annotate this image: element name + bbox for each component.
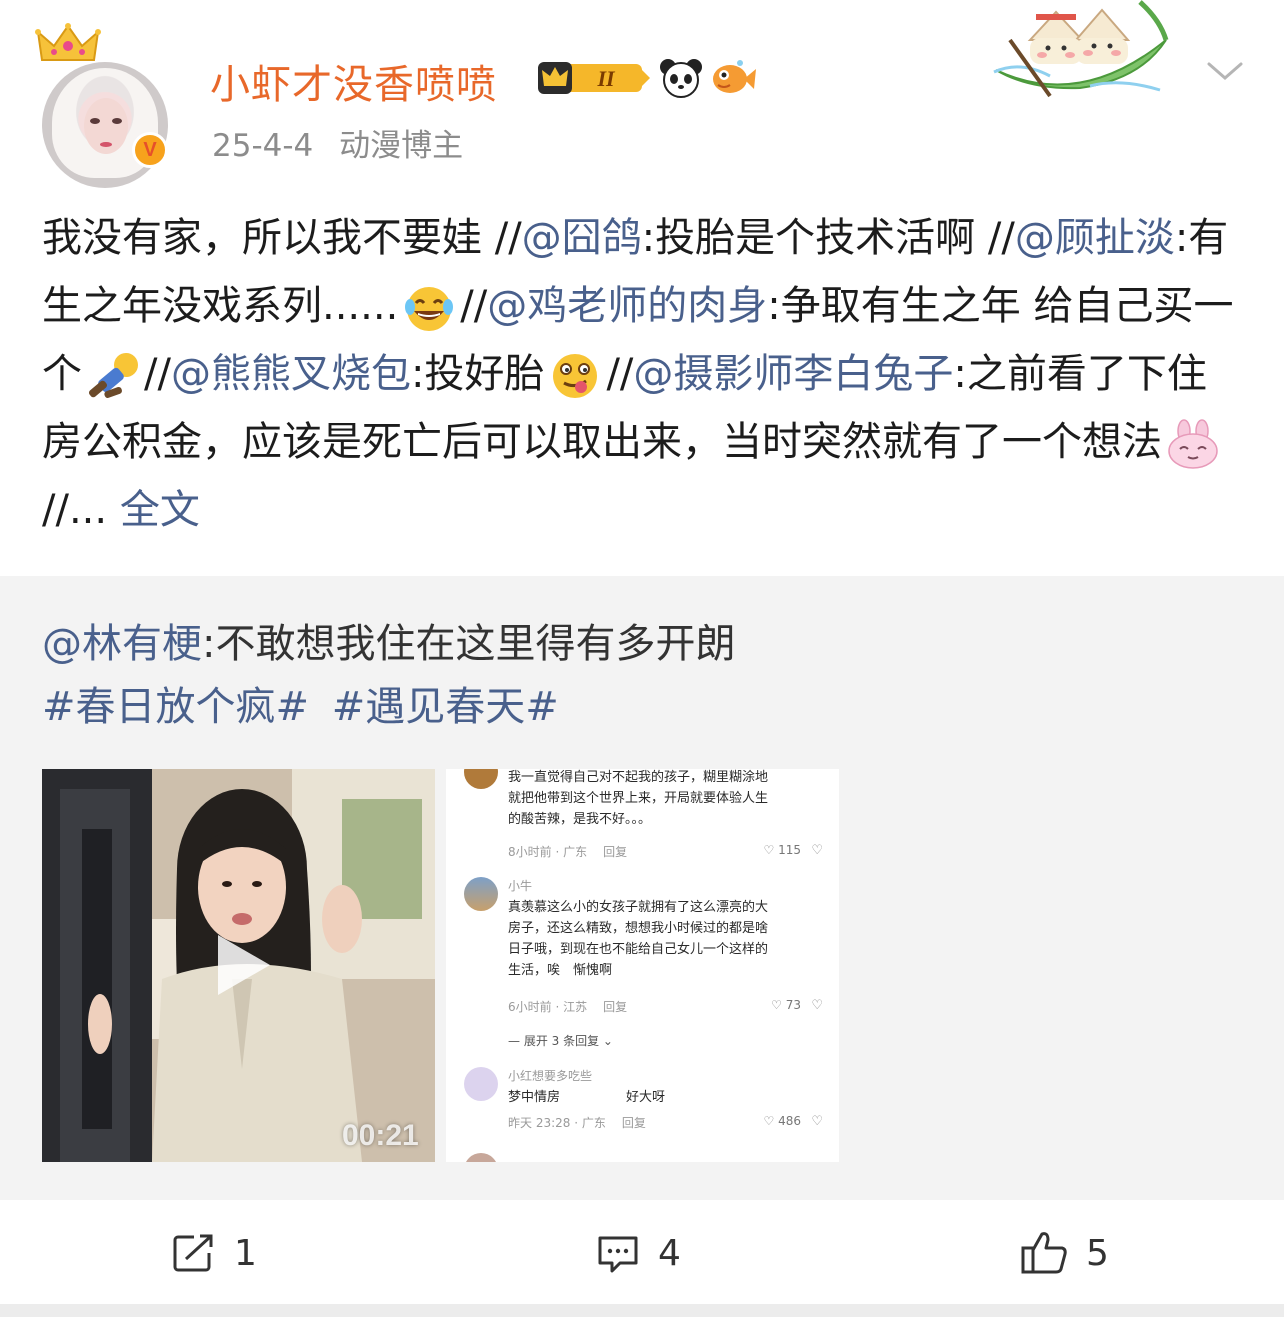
repost-icon: [173, 1234, 213, 1272]
comment-line: 梦中情房: [508, 1090, 561, 1105]
comment-line: 真羡慕这么小的女孩子就拥有了这么漂亮的大: [508, 900, 769, 915]
retweeted-text: @林有梗:不敢想我住在这里得有多开朗: [42, 612, 735, 676]
chevron-down-icon[interactable]: [1205, 52, 1245, 92]
expand-label: 展开 3 条回复: [523, 1034, 600, 1048]
username[interactable]: 小虾才没香喷喷: [210, 52, 497, 110]
content-text: //: [606, 351, 634, 397]
post-date: 25-4-4: [212, 128, 314, 164]
comment-button[interactable]: 4: [596, 1228, 681, 1278]
content-text: 我没有家，所以我不要娃 //: [42, 215, 522, 261]
like-count: 115: [778, 843, 801, 857]
comment-line: 房子，还这么精致，想想我小时候过的都是啥: [508, 921, 769, 936]
retweeted-post[interactable]: @林有梗:不敢想我住在这里得有多开朗 #春日放个疯# #遇见春天# 00:21 …: [0, 576, 1284, 1200]
mention-link[interactable]: @摄影师李白兔子: [633, 351, 953, 397]
comment-line: 生活，唉 惭愧啊: [508, 963, 613, 978]
comment-time: 6小时前 · 江苏: [508, 1000, 588, 1014]
like-button[interactable]: 5: [1020, 1228, 1109, 1278]
original-author-link[interactable]: @林有梗: [42, 621, 202, 667]
mention-link[interactable]: @顾扯淡: [1015, 215, 1175, 261]
repost-count: 1: [234, 1232, 257, 1274]
avatar: [464, 1067, 498, 1101]
comment-text: 我一直觉得自己对不起我的孩子，糊里糊涂地 就把他带到这个世界上来，开局就要体验人…: [508, 769, 828, 830]
reply-label: 回复: [603, 845, 628, 859]
like-count: 5: [1086, 1232, 1109, 1274]
video-duration: 00:21: [342, 1119, 419, 1152]
comment-like: ♡ 486: [764, 1114, 802, 1128]
lying-man-emoji-icon: [88, 353, 138, 398]
topic-list: #春日放个疯# #遇见春天#: [42, 674, 569, 732]
comment-time: 昨天 23:28 · 广东: [508, 1116, 606, 1130]
svg-text:II: II: [596, 66, 616, 91]
expand-replies: — 展开 3 条回复 ⌄: [508, 1034, 613, 1048]
user-badges: II: [536, 56, 756, 100]
verified-icon: V: [132, 132, 168, 168]
comment-line: 我一直觉得自己对不起我的孩子，糊里糊涂地: [508, 770, 769, 785]
reply-label: 回复: [621, 1116, 646, 1130]
comment-text: 真羡慕这么小的女孩子就拥有了这么漂亮的大 房子，还这么精致，想想我小时候过的都是…: [508, 897, 828, 981]
heart-icon: ♡: [763, 843, 775, 857]
content-text: //: [460, 283, 488, 329]
dislike-icon: ♡: [811, 843, 823, 858]
repost-button[interactable]: 1: [172, 1228, 257, 1278]
comments-screenshot-image[interactable]: 我一直觉得自己对不起我的孩子，糊里糊涂地 就把他带到这个世界上来，开局就要体验人…: [446, 769, 839, 1162]
content-text: //...: [42, 487, 108, 533]
comment-count: 4: [658, 1232, 681, 1274]
commenter-name: 小牛: [508, 879, 533, 893]
comment-meta: 昨天 23:28 · 广东 回复: [508, 1114, 662, 1131]
full-text-link[interactable]: 全文: [120, 487, 200, 533]
comment-line: 的酸苦辣，是我不好。。。: [508, 812, 652, 827]
comment-text: 梦中情房 好大呀: [508, 1087, 828, 1108]
dislike-icon: ♡: [811, 1114, 823, 1129]
mention-link[interactable]: @囧鸽: [522, 215, 642, 261]
dragon-boat-zongzi-sticker-icon: [993, 0, 1169, 98]
avatar[interactable]: [42, 62, 168, 188]
author-tag: 动漫博主: [339, 128, 464, 164]
dislike-icon: ♡: [811, 998, 823, 1013]
post-meta: 25-4-4 动漫博主: [212, 120, 479, 165]
heart-icon: ♡: [763, 1114, 775, 1128]
topic-link[interactable]: #遇见春天#: [332, 684, 559, 730]
post-content: 我没有家，所以我不要娃 //@囧鸽:投胎是个技术活啊 //@顾扯淡:有生之年没戏…: [42, 204, 1242, 544]
reply-label: 回复: [603, 1000, 628, 1014]
topic-link[interactable]: #春日放个疯#: [42, 684, 309, 730]
content-text: :投胎是个技术活啊 //: [641, 215, 1015, 261]
video-thumbnail[interactable]: 00:21: [42, 769, 435, 1162]
avatar: [464, 877, 498, 911]
panda-icon: [660, 59, 702, 98]
comment-meta: 8小时前 · 广东 回复: [508, 843, 643, 860]
retweeted-body: :不敢想我住在这里得有多开朗: [202, 621, 736, 667]
comment-like: ♡ 73: [771, 998, 801, 1012]
comment-time: 8小时前 · 广东: [508, 845, 588, 859]
action-bar: 1 4 5: [0, 1200, 1284, 1304]
author-avatar[interactable]: V: [35, 20, 170, 188]
pink-bunny-emoji-icon: [1168, 419, 1218, 469]
divider: [0, 1304, 1284, 1317]
post-header: V 小虾才没香喷喷 II 25-4-4 动漫博主: [0, 0, 1284, 190]
comment-icon: [598, 1236, 638, 1273]
comment-line: 好大呀: [626, 1090, 666, 1105]
mention-link[interactable]: @鸡老师的肉身: [487, 283, 767, 329]
thumbs-up-icon: [1021, 1232, 1067, 1274]
comment-line: 日子哦，到现在也不能给自己女儿一个这样的: [508, 942, 769, 957]
content-text: //: [144, 351, 171, 397]
vip-level-badge-icon[interactable]: II: [536, 58, 652, 98]
avatar: [464, 1153, 498, 1162]
video-frame: [42, 769, 435, 1162]
avatar: [464, 769, 498, 789]
comment-meta: 6小时前 · 江苏 回复: [508, 998, 643, 1015]
tongue-out-emoji-icon: [553, 354, 598, 398]
mention-link[interactable]: @熊熊叉烧包: [171, 351, 411, 397]
crown-icon: [35, 23, 101, 61]
content-text: :投好胎: [410, 351, 545, 397]
like-count: 486: [778, 1114, 801, 1128]
commenter-name: 小红想要多吃些: [508, 1069, 593, 1083]
heart-icon: ♡: [771, 998, 782, 1012]
laugh-cry-emoji-icon: [405, 287, 454, 331]
comment-line: 就把他带到这个世界上来，开局就要体验人生: [508, 791, 769, 806]
fish-icon: [713, 60, 756, 93]
like-count: 73: [785, 998, 801, 1012]
comment-like: ♡ 115: [764, 843, 802, 857]
